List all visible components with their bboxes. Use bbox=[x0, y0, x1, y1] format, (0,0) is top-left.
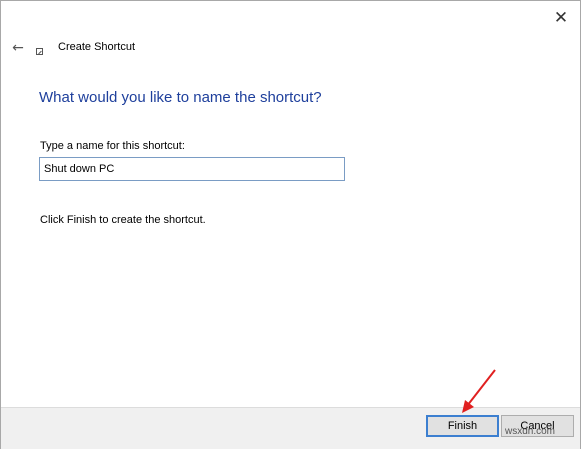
window-title: Create Shortcut bbox=[58, 41, 136, 53]
shortcut-name-label: Type a name for this shortcut: bbox=[40, 140, 185, 152]
back-button[interactable]: ← bbox=[8, 38, 28, 58]
close-icon: ✕ bbox=[553, 8, 569, 28]
page-heading: What would you like to name the shortcut… bbox=[39, 89, 322, 106]
shortcut-name-input[interactable] bbox=[39, 157, 345, 181]
close-button[interactable]: ✕ bbox=[549, 7, 573, 29]
shortcut-icon bbox=[36, 48, 43, 55]
watermark: wsxdn.com bbox=[505, 426, 556, 437]
back-arrow-icon: ← bbox=[12, 40, 24, 56]
red-arrow-annotation bbox=[462, 369, 496, 413]
finish-button[interactable]: Finish bbox=[426, 415, 499, 437]
finish-hint: Click Finish to create the shortcut. bbox=[40, 214, 206, 226]
